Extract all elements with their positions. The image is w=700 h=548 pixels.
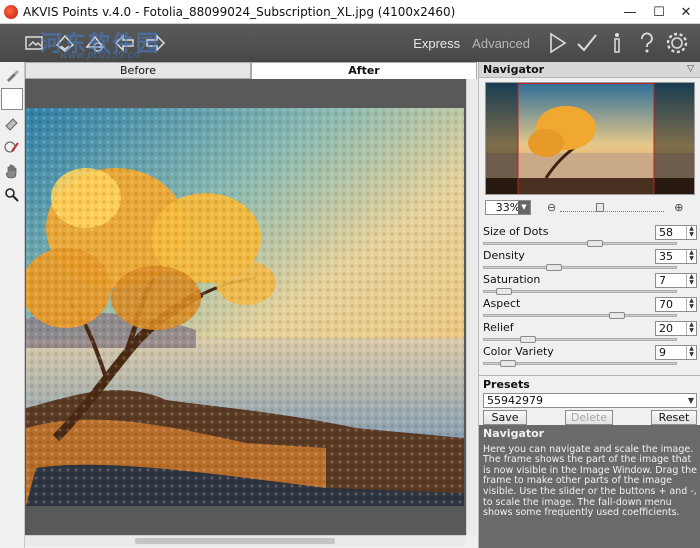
presets-selected-value: 55942979 — [487, 394, 543, 407]
zoom-tool-icon[interactable] — [1, 184, 23, 206]
zoom-out-icon[interactable]: ⊖ — [547, 201, 556, 214]
presets-title: Presets — [483, 378, 530, 391]
spin-arrows-icon[interactable]: ▲ ▼ — [686, 274, 696, 287]
presets-select[interactable]: 55942979 ▼ — [483, 393, 697, 408]
param-label: Color Variety — [483, 345, 554, 358]
chevron-down-icon[interactable]: ▼ — [688, 394, 694, 407]
spin-arrows-icon[interactable]: ▲ ▼ — [686, 346, 696, 359]
param-value: 7 — [659, 274, 666, 287]
param-value: 9 — [659, 346, 666, 359]
param-row: Size of Dots 58 ▲ ▼ — [479, 222, 700, 247]
image-window[interactable] — [25, 79, 477, 535]
param-value: 20 — [659, 322, 673, 335]
window-title: AKVIS Points v.4.0 - Fotolia_88099024_Su… — [23, 4, 456, 19]
param-row: Relief 20 ▲ ▼ — [479, 318, 700, 343]
param-slider-knob[interactable] — [500, 360, 516, 367]
minimize-button[interactable]: — — [616, 0, 644, 24]
param-label: Saturation — [483, 273, 541, 286]
processed-image[interactable] — [26, 108, 464, 506]
delete-preset-button[interactable]: Delete — [565, 410, 613, 425]
watermark-url: www.pc0359.cn — [60, 50, 140, 61]
spin-arrows-icon[interactable]: ▲ ▼ — [686, 250, 696, 263]
tab-after[interactable]: After — [251, 62, 477, 79]
close-button[interactable]: ✕ — [672, 0, 700, 24]
settings-panel: Navigator ▽ 33% ▼ ⊖ ⊕ Size of Dots 58 ▲ … — [478, 62, 700, 548]
navigator-preview[interactable] — [485, 82, 695, 195]
param-label: Relief — [483, 321, 514, 334]
param-label: Aspect — [483, 297, 521, 310]
help-title: Navigator — [483, 427, 545, 440]
param-label: Density — [483, 249, 525, 262]
horizontal-scrollbar[interactable] — [25, 535, 466, 546]
param-value-field[interactable]: 70 ▲ ▼ — [655, 297, 697, 312]
param-slider[interactable] — [483, 240, 677, 247]
zoom-value: 33% — [495, 200, 521, 214]
param-slider[interactable] — [483, 336, 677, 343]
run-icon[interactable] — [542, 28, 572, 58]
zoom-row: 33% ▼ ⊖ ⊕ — [485, 199, 695, 215]
scrollbar-thumb[interactable] — [135, 538, 335, 544]
maximize-button[interactable]: ☐ — [645, 0, 673, 24]
navigator-title: Navigator — [483, 63, 545, 76]
spin-arrows-icon[interactable]: ▲ ▼ — [686, 226, 696, 239]
vertical-scrollbar[interactable] — [466, 79, 477, 535]
view-tabs: Before After — [25, 62, 477, 79]
apply-check-icon[interactable] — [572, 28, 602, 58]
param-row: Color Variety 9 ▲ ▼ — [479, 342, 700, 367]
info-icon[interactable] — [602, 28, 632, 58]
param-value-field[interactable]: 9 ▲ ▼ — [655, 345, 697, 360]
navigator-header[interactable]: Navigator ▽ — [479, 62, 700, 78]
brush-tool-icon[interactable] — [1, 64, 23, 86]
parameters-list: Size of Dots 58 ▲ ▼ Density 35 ▲ ▼ Saturation 7 ▲ ▼… — [479, 222, 700, 367]
param-slider[interactable] — [483, 264, 677, 271]
param-slider[interactable] — [483, 312, 677, 319]
reset-preset-button[interactable]: Reset — [651, 410, 697, 425]
spin-arrows-icon[interactable]: ▲ ▼ — [686, 322, 696, 335]
hand-tool-icon[interactable] — [1, 160, 23, 182]
param-value: 70 — [659, 298, 673, 311]
param-value: 35 — [659, 250, 673, 263]
help-text: Here you can navigate and scale the imag… — [483, 443, 697, 519]
history-brush-icon[interactable] — [1, 136, 23, 158]
gear-icon[interactable] — [662, 28, 692, 58]
mode-advanced-tab[interactable]: Advanced — [472, 36, 530, 51]
left-toolbar — [0, 62, 25, 548]
param-value-field[interactable]: 20 ▲ ▼ — [655, 321, 697, 336]
save-preset-button[interactable]: Save — [483, 410, 527, 425]
param-value-field[interactable]: 7 ▲ ▼ — [655, 273, 697, 288]
app-logo-icon — [4, 4, 18, 19]
param-value-field[interactable]: 35 ▲ ▼ — [655, 249, 697, 264]
zoom-slider-knob[interactable] — [596, 203, 605, 212]
zoom-dropdown-icon[interactable]: ▼ — [518, 200, 530, 214]
eraser-tool-icon[interactable] — [1, 112, 23, 134]
blank-tool-icon[interactable] — [1, 88, 23, 110]
zoom-in-icon[interactable]: ⊕ — [674, 201, 683, 214]
collapse-caret-icon[interactable]: ▽ — [687, 62, 694, 77]
param-row: Aspect 70 ▲ ▼ — [479, 294, 700, 319]
param-label: Size of Dots — [483, 225, 549, 238]
title-bar: AKVIS Points v.4.0 - Fotolia_88099024_Su… — [0, 0, 700, 24]
param-slider[interactable] — [483, 360, 677, 367]
mode-express-tab[interactable]: Express — [413, 36, 460, 51]
help-panel: Navigator Here you can navigate and scal… — [479, 425, 700, 548]
zoom-select[interactable]: 33% ▼ — [485, 199, 531, 215]
tab-before[interactable]: Before — [25, 62, 251, 79]
param-value-field[interactable]: 58 ▲ ▼ — [655, 225, 697, 240]
param-slider[interactable] — [483, 288, 677, 295]
param-value: 58 — [659, 226, 673, 239]
param-row: Saturation 7 ▲ ▼ — [479, 270, 700, 295]
zoom-slider[interactable] — [560, 202, 665, 212]
spin-arrows-icon[interactable]: ▲ ▼ — [686, 298, 696, 311]
help-icon[interactable] — [632, 28, 662, 58]
param-row: Density 35 ▲ ▼ — [479, 246, 700, 271]
